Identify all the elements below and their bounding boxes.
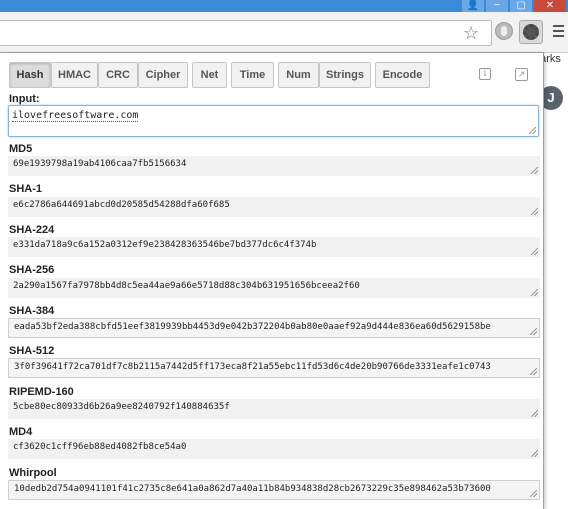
resize-grip-icon[interactable]	[531, 410, 538, 417]
resize-grip-icon[interactable]	[529, 127, 536, 134]
close-button[interactable]: ✕	[534, 0, 566, 12]
hash-output-sha224[interactable]: e331da718a9c6a152a0312ef9e238428363546be…	[8, 237, 540, 257]
info-icon[interactable]: i	[479, 68, 491, 80]
hash-value: 2a290a1567fa7978bb4d8c5ea44ae9a66e5718d8…	[13, 281, 360, 291]
hash-value: e331da718a9c6a152a0312ef9e238428363546be…	[13, 240, 317, 250]
hash-extension-button[interactable]	[519, 20, 543, 44]
input-value: ilovefreesoftware.com	[12, 110, 139, 122]
hash-value: 10dedb2d754a0941101f41c2735c8e641a0a862d…	[14, 484, 491, 494]
resize-grip-icon[interactable]	[531, 208, 538, 215]
hash-output-sha512[interactable]: 3f0f39641f72ca701df7c8b2115a7442d5ff173e…	[8, 358, 540, 378]
window-titlebar: 👤 − ▢ ✕	[0, 0, 568, 12]
tab-num[interactable]: Num	[278, 62, 319, 88]
input-label: Input:	[9, 93, 40, 105]
tab-hash[interactable]: Hash	[9, 62, 51, 88]
maximize-button[interactable]: ▢	[510, 0, 532, 12]
tab-cipher[interactable]: Cipher	[138, 62, 188, 88]
hash-label-sha256: SHA-256	[9, 264, 55, 276]
resize-grip-icon[interactable]	[530, 368, 537, 375]
hash-value: cf3620c1cff96eb88ed4082fb8ce54a0	[13, 442, 187, 452]
tab-hmac[interactable]: HMAC	[51, 62, 98, 88]
resize-grip-icon[interactable]	[531, 289, 538, 296]
hash-value: e6c2786a644691abcd0d20585d54288dfa60f685	[13, 200, 230, 210]
hash-output-md5[interactable]: 69e1939798a19ab4106caa7fb5156634	[8, 156, 540, 176]
minimize-button[interactable]: −	[486, 0, 508, 12]
hash-output-sha384[interactable]: eada53bf2eda388cbfd51eef3819939bb4453d9e…	[8, 318, 540, 338]
hash-output-md4[interactable]: cf3620c1cff96eb88ed4082fb8ce54a0	[8, 439, 540, 459]
hash-value: eada53bf2eda388cbfd51eef3819939bb4453d9e…	[14, 322, 491, 332]
hash-label-sha224: SHA-224	[9, 224, 55, 236]
bookmark-star-icon[interactable]: ☆	[463, 23, 479, 43]
extension-icon[interactable]	[495, 22, 513, 40]
hash-label-sha1: SHA-1	[9, 183, 43, 195]
resize-grip-icon[interactable]	[530, 328, 537, 335]
tab-time[interactable]: Time	[231, 62, 274, 88]
tab-encode[interactable]: Encode	[375, 62, 430, 88]
tab-strings[interactable]: Strings	[319, 62, 371, 88]
tab-net[interactable]: Net	[192, 62, 227, 88]
hash-label-md4: MD4	[9, 426, 33, 438]
gear-icon	[523, 24, 539, 40]
resize-grip-icon[interactable]	[530, 490, 537, 497]
hash-output-sha256[interactable]: 2a290a1567fa7978bb4d8c5ea44ae9a66e5718d8…	[8, 278, 540, 298]
hash-value: 5cbe80ec80933d6b26a9ee8240792f140884635f	[13, 402, 230, 412]
tab-crc[interactable]: CRC	[98, 62, 138, 88]
input-textarea[interactable]: ilovefreesoftware.com	[8, 105, 539, 137]
hash-value: 3f0f39641f72ca701df7c8b2115a7442d5ff173e…	[14, 362, 491, 372]
resize-grip-icon[interactable]	[531, 167, 538, 174]
hash-label-ripemd160: RIPEMD-160	[9, 386, 74, 398]
address-bar[interactable]: ☆	[0, 20, 492, 46]
resize-grip-icon[interactable]	[531, 450, 538, 457]
hash-label-md5: MD5	[9, 143, 33, 155]
popout-icon[interactable]: ↗	[515, 68, 528, 81]
hash-value: 69e1939798a19ab4106caa7fb5156634	[13, 159, 187, 169]
hash-output-sha1[interactable]: e6c2786a644691abcd0d20585d54288dfa60f685	[8, 197, 540, 217]
hash-popup: Hash HMAC CRC Cipher Net Time Num String…	[0, 52, 544, 509]
hash-output-whirpool[interactable]: 10dedb2d754a0941101f41c2735c8e641a0a862d…	[8, 480, 540, 500]
menu-icon[interactable]	[553, 25, 564, 37]
resize-grip-icon[interactable]	[531, 248, 538, 255]
hash-label-sha384: SHA-384	[9, 305, 55, 317]
hash-output-ripemd160[interactable]: 5cbe80ec80933d6b26a9ee8240792f140884635f	[8, 399, 540, 419]
browser-toolbar: ☆	[0, 12, 568, 53]
user-icon[interactable]: 👤	[462, 0, 484, 12]
hash-label-sha512: SHA-512	[9, 345, 55, 357]
hash-label-whirpool: Whirpool	[9, 467, 57, 479]
